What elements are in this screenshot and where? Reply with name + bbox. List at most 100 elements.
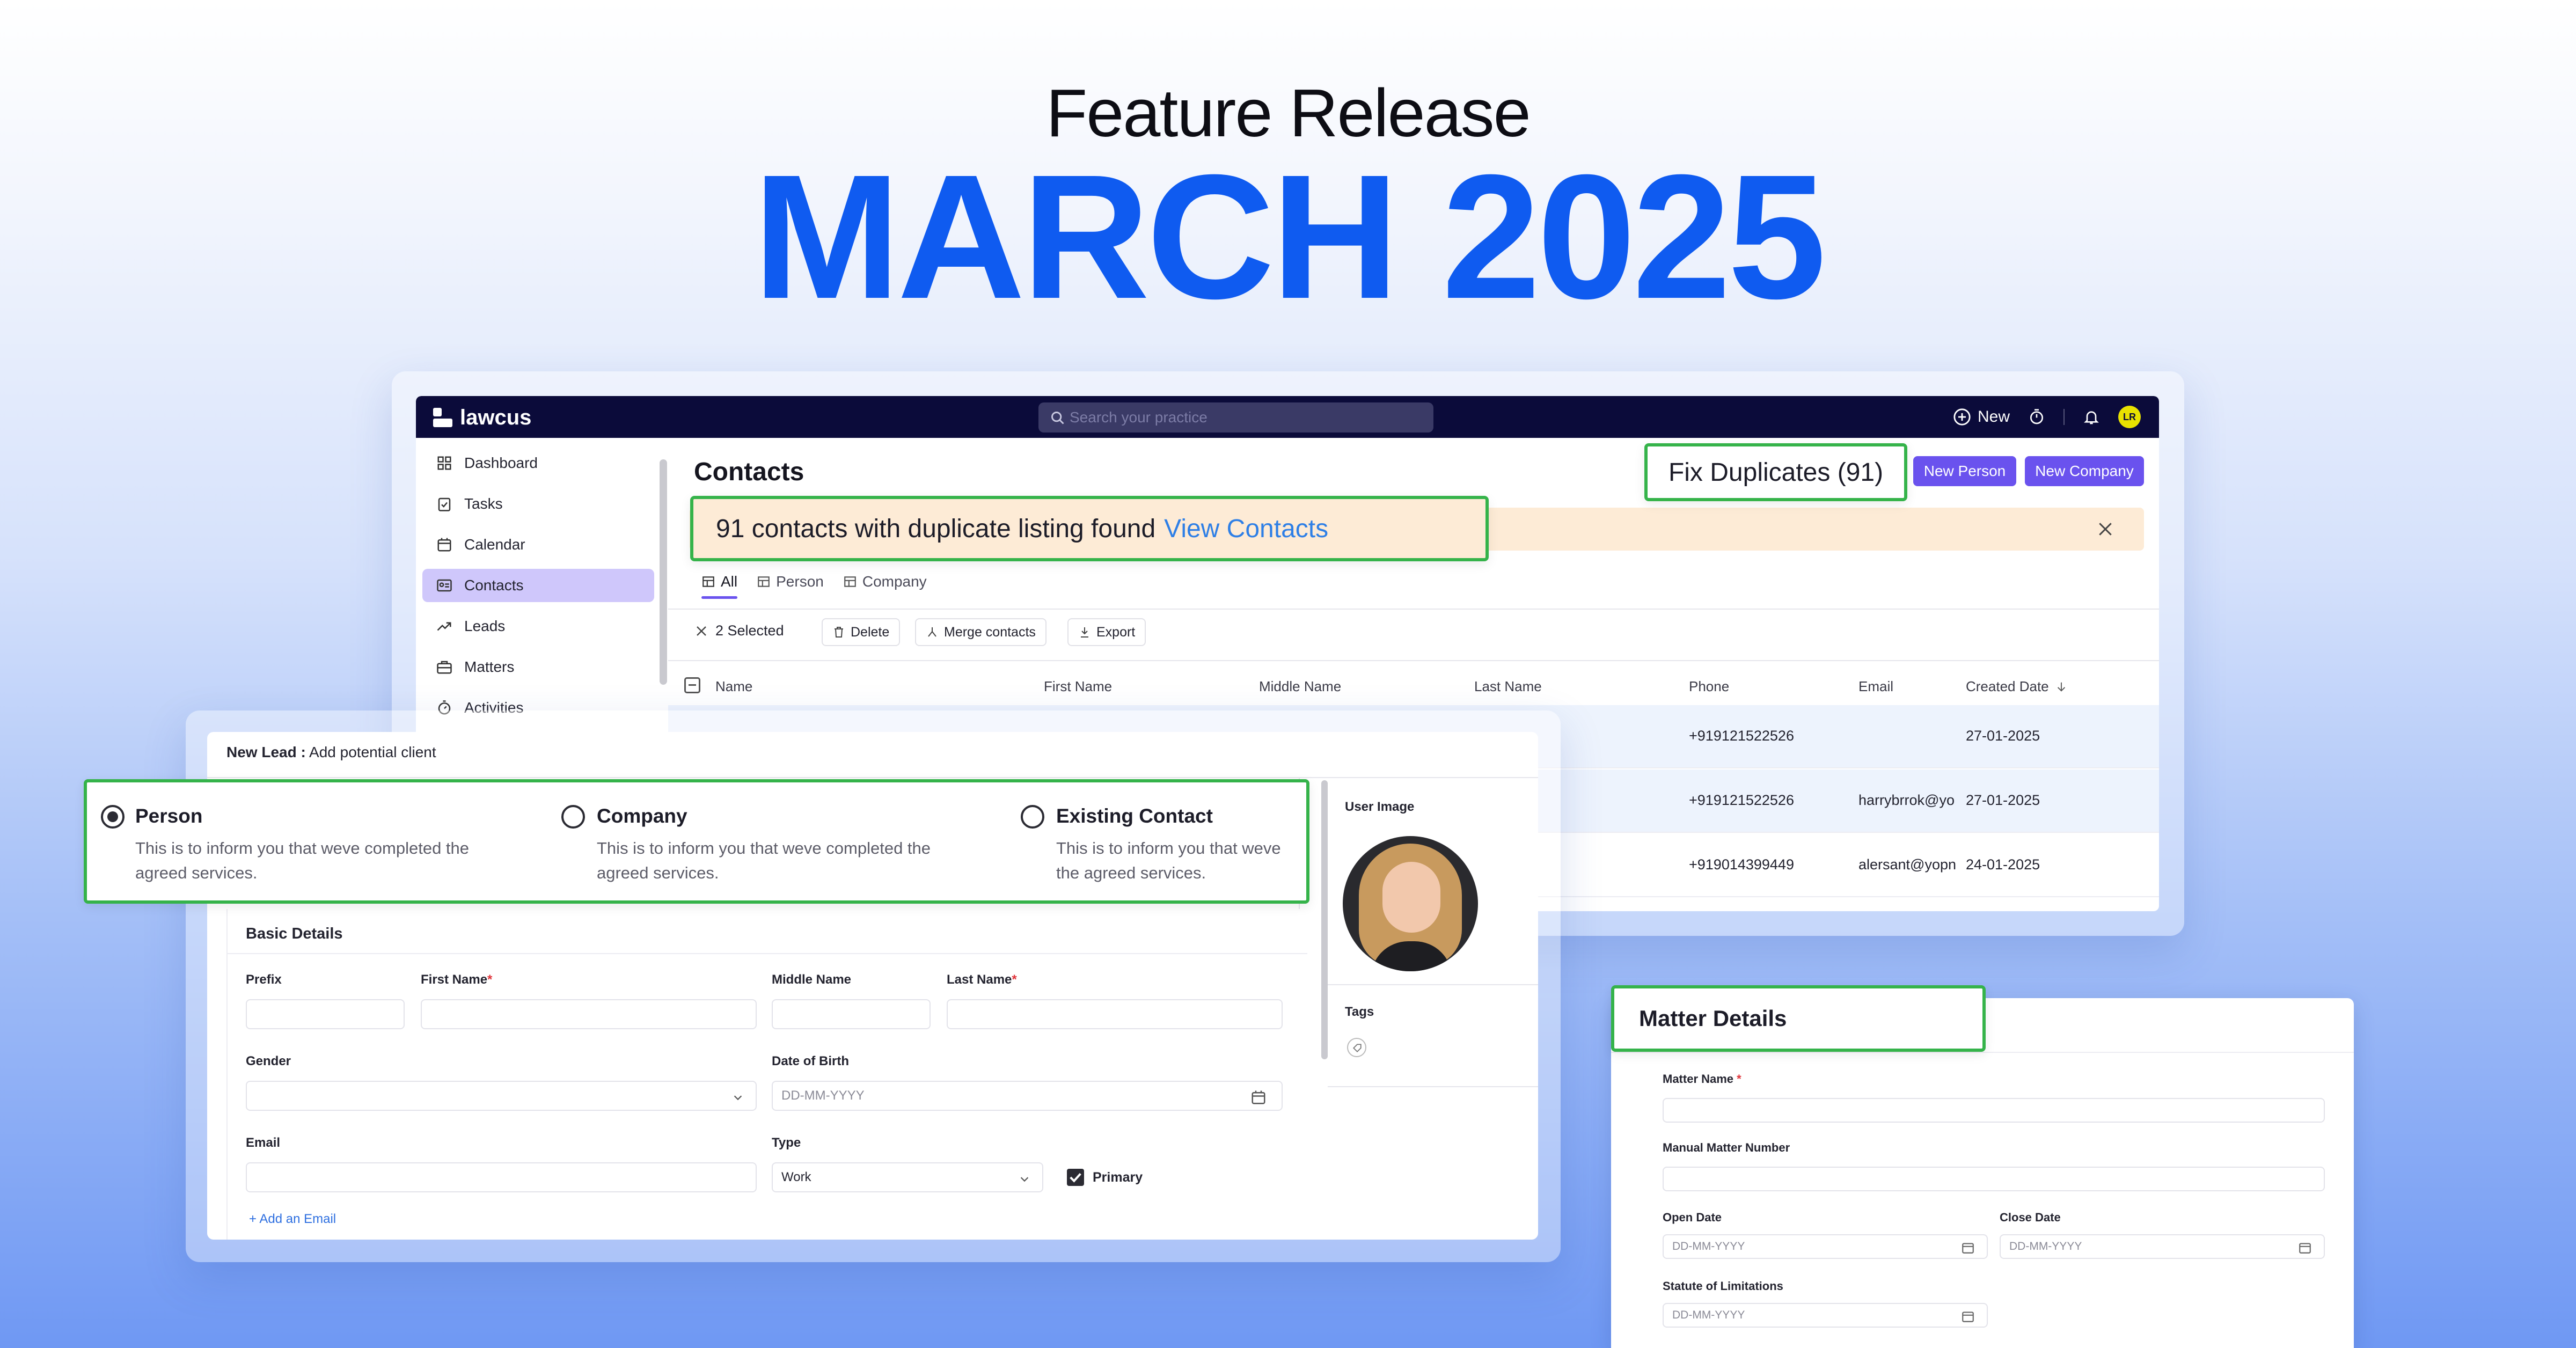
calendar-icon[interactable] bbox=[1250, 1089, 1267, 1105]
close-icon[interactable] bbox=[2097, 521, 2114, 538]
new-company-button[interactable]: New Company bbox=[2025, 456, 2144, 486]
delete-label: Delete bbox=[851, 624, 890, 640]
middle-name-input[interactable] bbox=[772, 999, 931, 1029]
last-name-input[interactable] bbox=[947, 999, 1283, 1029]
primary-label: Primary bbox=[1093, 1170, 1143, 1185]
company-radio[interactable] bbox=[561, 805, 585, 829]
new-person-button[interactable]: New Person bbox=[1913, 456, 2016, 486]
banner-text: 91 contacts with duplicate listing found bbox=[716, 514, 1156, 543]
tab-person[interactable]: Person bbox=[757, 573, 824, 599]
person-radio[interactable] bbox=[101, 805, 125, 829]
tab-label: Person bbox=[776, 573, 824, 590]
header-bold: New Lead : bbox=[226, 744, 306, 760]
merge-icon bbox=[928, 627, 936, 637]
sidebar-item-matters[interactable]: Matters bbox=[422, 650, 654, 684]
tab-all[interactable]: All bbox=[701, 573, 738, 599]
lead-type-selector: Person This is to inform you that weve c… bbox=[84, 779, 1309, 904]
close-date-input[interactable]: DD-MM-YYYY bbox=[2000, 1234, 2325, 1259]
select-all-checkbox[interactable] bbox=[684, 677, 700, 693]
calendar-icon[interactable] bbox=[2298, 1241, 2312, 1255]
column-created-date[interactable]: Created Date bbox=[1966, 678, 2067, 695]
primary-checkbox[interactable] bbox=[1067, 1169, 1084, 1186]
gender-select[interactable] bbox=[246, 1081, 757, 1111]
tabs-divider bbox=[668, 609, 2159, 610]
sidebar-item-leads[interactable]: Leads bbox=[422, 610, 654, 643]
statute-input[interactable]: DD-MM-YYYY bbox=[1663, 1303, 1988, 1328]
email-input[interactable] bbox=[246, 1162, 757, 1192]
company-option-title[interactable]: Company bbox=[597, 805, 687, 827]
sidebar-item-tasks[interactable]: Tasks bbox=[422, 487, 654, 521]
fix-duplicates-button[interactable]: Fix Duplicates (91) bbox=[1644, 443, 1907, 501]
contact-card-icon bbox=[437, 579, 452, 592]
brand-logo[interactable]: lawcus bbox=[433, 406, 531, 430]
column-phone[interactable]: Phone bbox=[1689, 678, 1729, 695]
modal-header: New Lead : Add potential client bbox=[226, 744, 436, 761]
logo-icon bbox=[433, 407, 453, 428]
delete-button[interactable]: Delete bbox=[822, 618, 901, 646]
arrow-down-icon bbox=[2057, 682, 2065, 692]
dob-input[interactable]: DD-MM-YYYY bbox=[772, 1081, 1283, 1111]
user-avatar[interactable]: LR bbox=[2118, 406, 2141, 428]
type-label: Type bbox=[772, 1135, 801, 1150]
prefix-input[interactable] bbox=[246, 999, 405, 1029]
matter-details-title: Matter Details bbox=[1611, 985, 1986, 1052]
bell-icon[interactable] bbox=[2083, 408, 2100, 426]
matter-name-label: Matter Name * bbox=[1663, 1072, 1741, 1086]
brand-name: lawcus bbox=[460, 406, 532, 429]
first-name-input[interactable] bbox=[421, 999, 757, 1029]
actions-divider bbox=[668, 660, 2159, 661]
sidebar-label: Tasks bbox=[464, 495, 503, 512]
column-first-name[interactable]: First Name bbox=[1044, 678, 1112, 695]
hero-title: MARCH 2025 bbox=[753, 137, 1826, 335]
existing-contact-radio[interactable] bbox=[1021, 805, 1044, 829]
calendar-icon[interactable] bbox=[1961, 1241, 1975, 1255]
user-image-label: User Image bbox=[1345, 800, 1415, 814]
sidebar-item-contacts[interactable]: Contacts bbox=[422, 569, 654, 602]
column-email[interactable]: Email bbox=[1858, 678, 1893, 695]
sidebar-label: Dashboard bbox=[464, 455, 538, 471]
sidebar-item-dashboard[interactable]: Dashboard bbox=[422, 446, 654, 480]
person-option-title[interactable]: Person bbox=[135, 805, 202, 827]
close-icon[interactable] bbox=[695, 625, 708, 638]
open-date-input[interactable]: DD-MM-YYYY bbox=[1663, 1234, 1988, 1259]
column-middle-name[interactable]: Middle Name bbox=[1259, 678, 1341, 695]
merge-contacts-button[interactable]: Merge contacts bbox=[915, 618, 1046, 646]
first-name-label: First Name* bbox=[421, 972, 492, 987]
selection-count[interactable]: 2 Selected bbox=[695, 622, 784, 639]
sidebar-scrollbar[interactable] bbox=[660, 459, 667, 685]
row-date: 24-01-2025 bbox=[1966, 856, 2040, 873]
open-date-label: Open Date bbox=[1663, 1211, 1722, 1224]
column-name[interactable]: Name bbox=[715, 678, 752, 695]
row-phone: +919014399449 bbox=[1689, 856, 1794, 873]
middle-name-label: Middle Name bbox=[772, 972, 852, 987]
matter-number-input[interactable] bbox=[1663, 1167, 2325, 1191]
row-date: 27-01-2025 bbox=[1966, 792, 2040, 808]
sidebar-label: Matters bbox=[464, 658, 515, 675]
briefcase-icon bbox=[437, 661, 452, 674]
type-value: Work bbox=[781, 1170, 811, 1184]
selected-label: 2 Selected bbox=[715, 622, 784, 639]
user-image[interactable] bbox=[1343, 836, 1478, 971]
view-contacts-link[interactable]: View Contacts bbox=[1164, 514, 1328, 544]
panel-divider-2 bbox=[1328, 1086, 1538, 1087]
search-input[interactable]: Search your practice bbox=[1038, 402, 1433, 433]
column-last-name[interactable]: Last Name bbox=[1474, 678, 1542, 695]
sidebar-item-calendar[interactable]: Calendar bbox=[422, 528, 654, 561]
add-tag-button[interactable] bbox=[1347, 1038, 1366, 1057]
existing-contact-option-title[interactable]: Existing Contact bbox=[1056, 805, 1213, 827]
add-email-link[interactable]: + Add an Email bbox=[249, 1212, 336, 1227]
table-icon bbox=[702, 576, 714, 587]
form-scrollbar[interactable] bbox=[1321, 780, 1328, 1059]
export-button[interactable]: Export bbox=[1067, 618, 1146, 646]
timer-icon[interactable] bbox=[2028, 408, 2045, 426]
new-button[interactable]: New bbox=[1953, 408, 2010, 426]
chevron-down-icon bbox=[1020, 1177, 1029, 1182]
calendar-icon[interactable] bbox=[1961, 1309, 1975, 1323]
tab-company[interactable]: Company bbox=[843, 573, 927, 599]
new-label: New bbox=[1977, 408, 2010, 426]
duplicate-callout: 91 contacts with duplicate listing found… bbox=[690, 496, 1489, 561]
type-select[interactable]: Work bbox=[772, 1162, 1043, 1192]
matter-name-input[interactable] bbox=[1663, 1098, 2325, 1123]
last-name-label: Last Name* bbox=[947, 972, 1017, 987]
top-bar: lawcus Search your practice New LR bbox=[416, 396, 2159, 438]
